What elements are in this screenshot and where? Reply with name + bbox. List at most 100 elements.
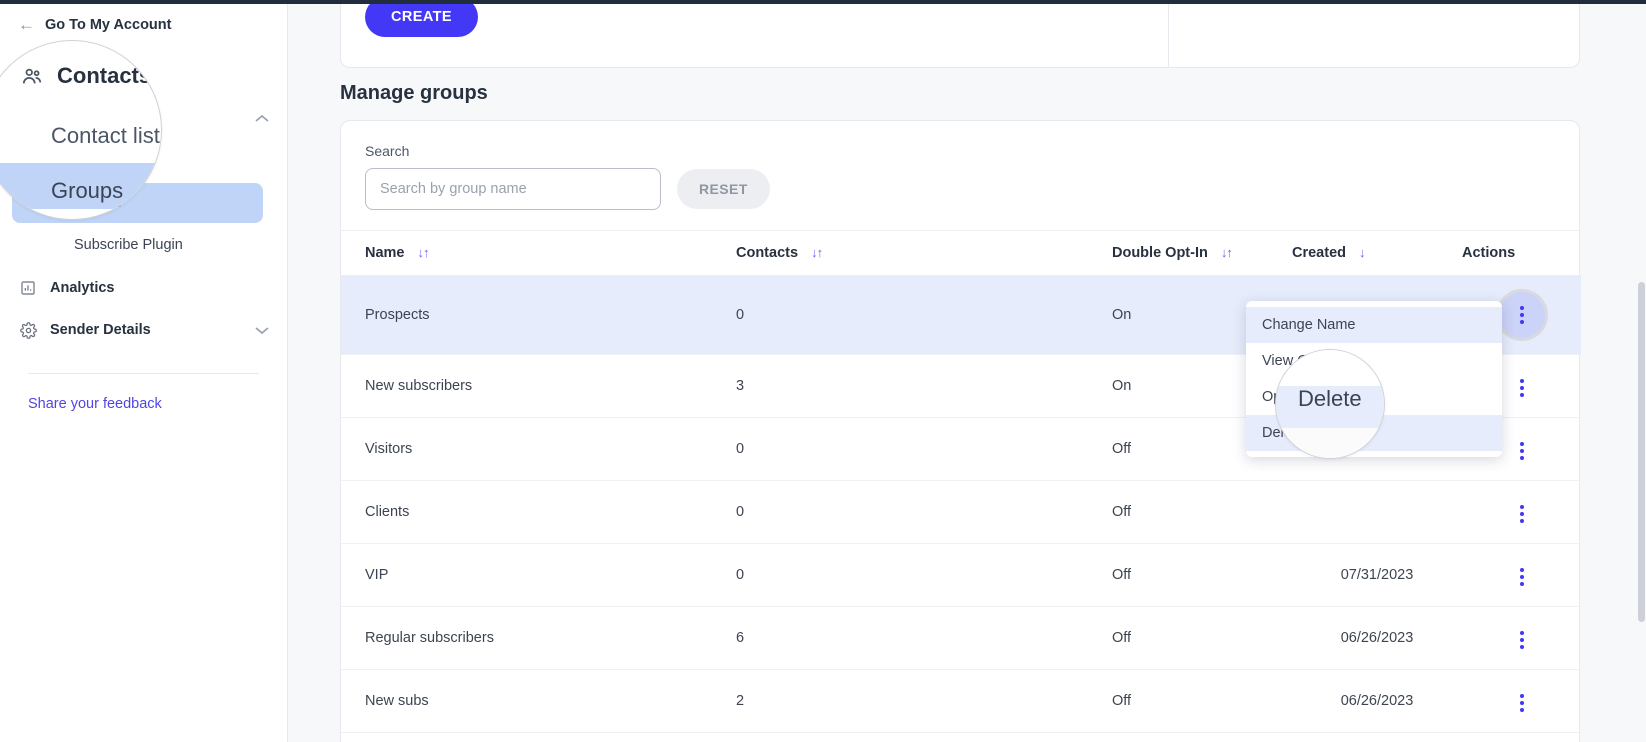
magnifier-lens-menu-content: Delete bbox=[1276, 350, 1384, 458]
column-header-actions-label: Actions bbox=[1462, 245, 1516, 261]
cell-actions bbox=[1462, 733, 1581, 742]
column-header-contacts[interactable]: Contacts ↓↑ bbox=[736, 230, 1112, 276]
magnified-menu-top-band bbox=[1276, 350, 1384, 386]
magnified-contacts-item: Contacts bbox=[21, 63, 151, 89]
cell-contacts-count: 0 bbox=[736, 275, 1112, 355]
table-header-row: Name ↓↑ Contacts ↓↑ Double Opt-In ↓↑ Cre… bbox=[341, 230, 1581, 276]
cell-actions bbox=[1462, 606, 1581, 670]
sort-both-icon-name[interactable]: ↓↑ bbox=[418, 245, 430, 260]
sidebar-divider bbox=[28, 373, 259, 374]
column-header-double-optin-label: Double Opt-In bbox=[1112, 245, 1208, 261]
search-label: Search bbox=[365, 143, 410, 159]
kebab-menu-icon bbox=[1516, 302, 1528, 328]
row-actions-button[interactable] bbox=[1516, 501, 1528, 527]
cell-contacts-count: 0 bbox=[736, 417, 1112, 481]
cell-group-name: Prospects bbox=[341, 275, 736, 355]
cell-actions bbox=[1462, 669, 1581, 733]
cell-contacts-count: 5 bbox=[736, 733, 1112, 742]
cell-created-date: 06/26/2023 bbox=[1292, 733, 1462, 742]
row-actions-button[interactable] bbox=[1516, 375, 1528, 401]
window-top-strip bbox=[0, 0, 1646, 4]
search-row: RESET bbox=[365, 168, 1555, 210]
main-content: CREATE Manage groups Search RESET Name ↓… bbox=[288, 0, 1646, 742]
sidebar-subitem-subscribe-plugin[interactable]: Subscribe Plugin bbox=[12, 225, 263, 265]
groups-table-head: Name ↓↑ Contacts ↓↑ Double Opt-In ↓↑ Cre… bbox=[341, 230, 1581, 276]
column-header-name-label: Name bbox=[365, 245, 405, 261]
manage-groups-card: Search RESET Name ↓↑ Contacts ↓ bbox=[340, 120, 1581, 742]
column-header-name[interactable]: Name ↓↑ bbox=[341, 230, 736, 276]
cell-created-date bbox=[1292, 480, 1462, 544]
cell-contacts-count: 6 bbox=[736, 606, 1112, 670]
cell-group-name: Regular subscribers bbox=[341, 606, 736, 670]
table-row[interactable]: Regular subscribers 6 Off 06/26/2023 bbox=[341, 606, 1581, 670]
row-actions-button[interactable] bbox=[1516, 438, 1528, 464]
magnified-menu-bottom-band bbox=[1276, 428, 1384, 458]
cell-group-name: New subs bbox=[341, 669, 736, 733]
menu-item-change-name[interactable]: Change Name bbox=[1246, 307, 1502, 343]
chevron-up-icon[interactable] bbox=[255, 114, 269, 123]
cell-double-optin: Off bbox=[1112, 669, 1292, 733]
magnifier-lens-sidebar-content: Contacts Contact list Groups bbox=[0, 41, 161, 219]
magnified-contacts-label: Contacts bbox=[57, 63, 152, 88]
page-scrollbar-thumb[interactable] bbox=[1638, 282, 1645, 622]
table-row[interactable]: Clients 0 Off bbox=[341, 480, 1581, 544]
column-header-contacts-label: Contacts bbox=[736, 245, 799, 261]
column-header-double-optin[interactable]: Double Opt-In ↓↑ bbox=[1112, 230, 1292, 276]
sort-both-icon-contacts[interactable]: ↓↑ bbox=[811, 245, 823, 260]
row-actions-button[interactable] bbox=[1516, 690, 1528, 716]
table-row[interactable]: VIP 0 Off 07/31/2023 bbox=[341, 543, 1581, 607]
create-card-left-pane: CREATE bbox=[341, 0, 1169, 67]
app-root: ← Go To My Account Campaigns bbox=[0, 0, 1646, 742]
reset-button[interactable]: RESET bbox=[677, 169, 770, 209]
sidebar-item-analytics[interactable]: Analytics bbox=[0, 267, 287, 309]
column-header-actions: Actions bbox=[1462, 230, 1581, 276]
cell-double-optin: On bbox=[1112, 733, 1292, 742]
magnified-groups-label: Groups bbox=[51, 178, 124, 203]
cell-group-name: Visitors bbox=[341, 417, 736, 481]
cell-group-name: Clients bbox=[341, 480, 736, 544]
cell-created-date: 06/26/2023 bbox=[1292, 606, 1462, 670]
cell-contacts-count: 0 bbox=[736, 543, 1112, 607]
row-actions-button[interactable] bbox=[1516, 627, 1528, 653]
cell-group-name: New subscribers bbox=[341, 354, 736, 418]
page-scrollbar-track[interactable] bbox=[1636, 0, 1646, 742]
analytics-icon bbox=[18, 280, 38, 296]
back-arrow-icon: ← bbox=[18, 15, 35, 34]
page-title: Manage groups bbox=[340, 82, 488, 104]
cell-group-name: Important bbox=[341, 733, 736, 742]
search-area: Search RESET bbox=[341, 121, 1579, 230]
magnifier-lens-sidebar: Contacts Contact list Groups bbox=[0, 40, 162, 220]
row-actions-button[interactable] bbox=[1516, 564, 1528, 590]
sidebar-item-analytics-label: Analytics bbox=[50, 280, 115, 296]
magnified-contact-list-label: Contact list bbox=[51, 123, 160, 148]
gear-icon bbox=[18, 321, 38, 339]
cell-created-date: 06/26/2023 bbox=[1292, 669, 1462, 733]
row-actions-button-active[interactable] bbox=[1498, 292, 1545, 338]
cell-contacts-count: 3 bbox=[736, 354, 1112, 418]
search-input[interactable] bbox=[365, 168, 661, 210]
share-feedback-link[interactable]: Share your feedback bbox=[0, 396, 287, 412]
column-header-created-label: Created bbox=[1292, 245, 1346, 261]
go-to-my-account-link[interactable]: ← Go To My Account bbox=[0, 8, 287, 41]
sidebar-subitem-subscribe-plugin-label: Subscribe Plugin bbox=[74, 237, 183, 253]
sort-both-icon-optin[interactable]: ↓↑ bbox=[1221, 245, 1233, 260]
create-group-card: CREATE bbox=[340, 0, 1580, 68]
sidebar-item-sender-details[interactable]: Sender Details bbox=[0, 309, 287, 351]
chevron-down-icon[interactable] bbox=[255, 326, 269, 335]
create-button[interactable]: CREATE bbox=[365, 0, 478, 37]
cell-created-date: 07/31/2023 bbox=[1292, 543, 1462, 607]
cell-double-optin: Off bbox=[1112, 543, 1292, 607]
cell-actions bbox=[1462, 480, 1581, 544]
cell-double-optin: Off bbox=[1112, 606, 1292, 670]
sidebar-item-sender-details-label: Sender Details bbox=[50, 322, 151, 338]
magnifier-lens-menu: Delete bbox=[1275, 349, 1385, 459]
cell-actions bbox=[1462, 543, 1581, 607]
table-row[interactable]: Important 5 On 06/26/2023 bbox=[341, 733, 1581, 742]
sort-desc-icon-created[interactable]: ↓ bbox=[1359, 245, 1365, 260]
table-row[interactable]: New subs 2 Off 06/26/2023 bbox=[341, 669, 1581, 733]
cell-group-name: VIP bbox=[341, 543, 736, 607]
magnified-delete-label: Delete bbox=[1298, 386, 1362, 411]
cell-contacts-count: 0 bbox=[736, 480, 1112, 544]
column-header-created[interactable]: Created ↓ bbox=[1292, 230, 1462, 276]
go-to-my-account-label: Go To My Account bbox=[45, 16, 172, 33]
